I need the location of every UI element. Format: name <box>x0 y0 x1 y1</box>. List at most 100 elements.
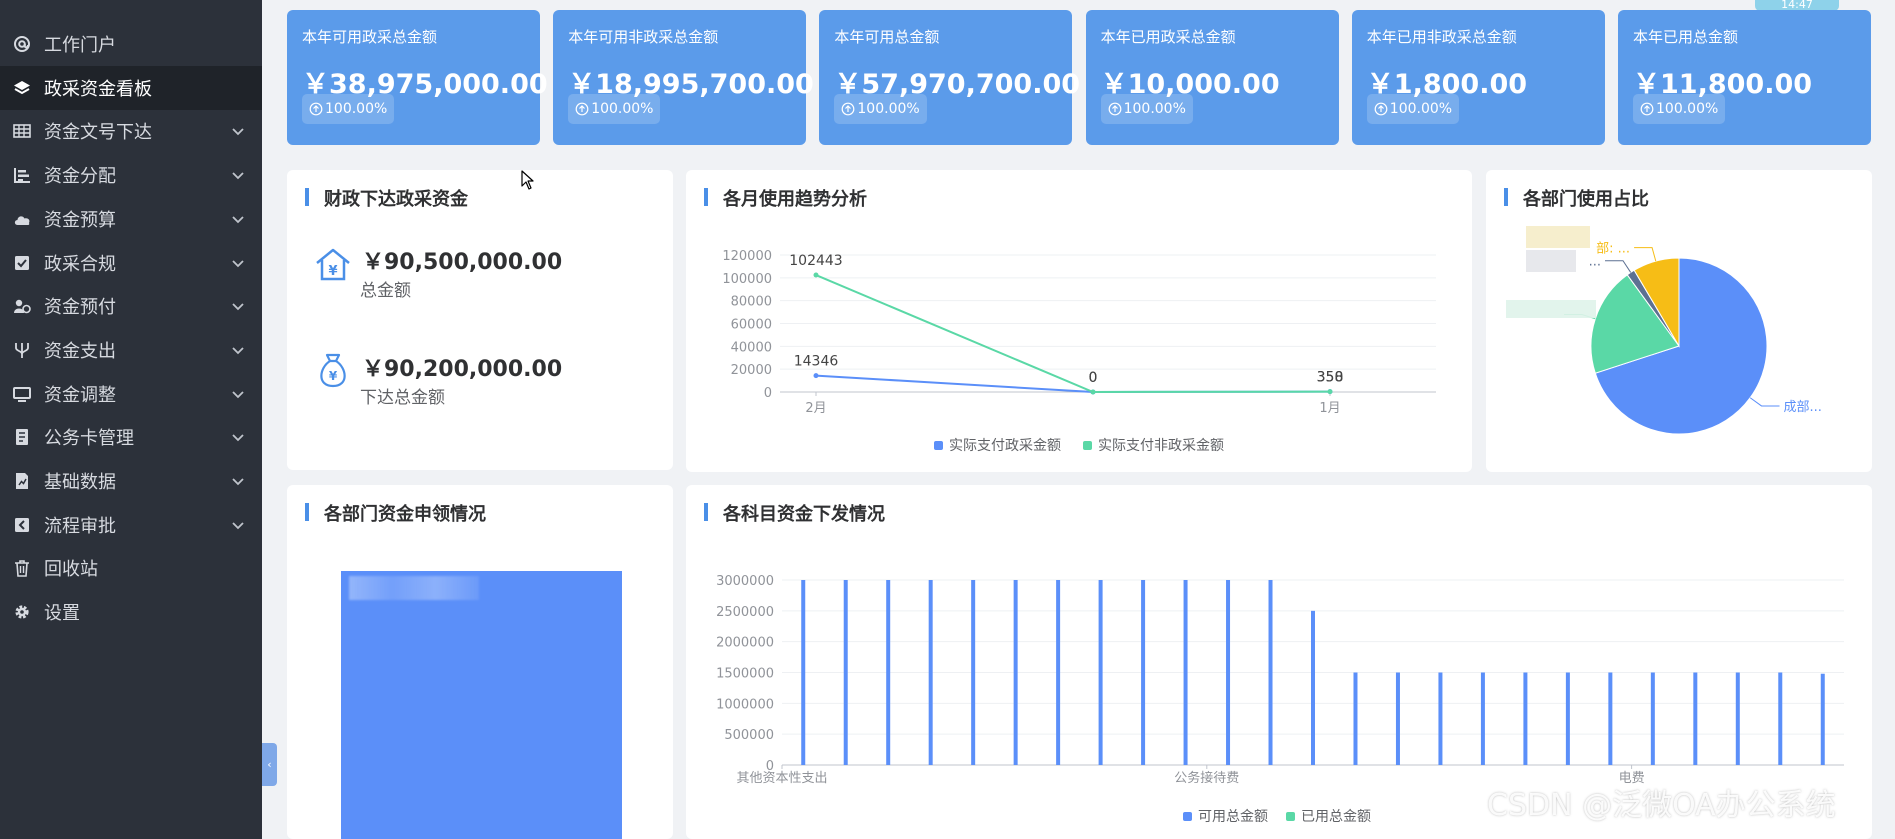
x-tick-label: 1月 <box>1319 401 1340 416</box>
y-tick-label: 2500000 <box>716 605 774 620</box>
dept-apply-panel: 各部门资金申领情况 <box>287 485 673 839</box>
pie-label-line <box>1604 260 1632 273</box>
sidebar-item[interactable]: 基础数据 <box>0 459 262 503</box>
sidebar-item[interactable]: 资金调整 <box>0 372 262 416</box>
issued-label: 下达总金额 <box>360 388 445 408</box>
arrow-up-circle-icon <box>1640 102 1654 116</box>
legend-swatch[interactable] <box>1286 812 1295 821</box>
legend-label[interactable]: 可用总金额 <box>1198 809 1268 825</box>
sidebar-item[interactable]: 公务卡管理 <box>0 415 262 459</box>
sidebar-item[interactable]: 资金文号下达 <box>0 109 262 153</box>
bar[interactable] <box>928 580 933 765</box>
bar[interactable] <box>1268 580 1273 765</box>
bar[interactable] <box>971 580 976 765</box>
sidebar-item[interactable]: 资金支出 <box>0 328 262 372</box>
stat-card-percent-badge: 100.00% <box>1633 94 1726 124</box>
sidebar-item-label: 公务卡管理 <box>44 428 134 450</box>
issued-amount: ￥90,200,000.00 <box>362 357 563 382</box>
user-coin-icon <box>14 299 31 314</box>
svg-text:¥: ¥ <box>328 264 337 279</box>
card-doc-icon <box>16 429 28 446</box>
sidebar-item-label: 政采资金看板 <box>44 78 152 100</box>
bar[interactable] <box>1395 672 1400 766</box>
bar[interactable] <box>1183 580 1188 765</box>
data-point[interactable] <box>1327 389 1333 395</box>
stat-card-percent: 100.00% <box>591 101 654 117</box>
y-tick-label: 2000000 <box>716 636 774 651</box>
bar[interactable] <box>1608 672 1613 766</box>
bar[interactable] <box>1226 580 1231 765</box>
legend-swatch[interactable] <box>1183 812 1192 821</box>
sidebar-item-label: 资金预算 <box>44 209 116 231</box>
data-point[interactable] <box>813 373 819 379</box>
bar[interactable] <box>1778 672 1783 766</box>
bar[interactable] <box>1693 672 1698 766</box>
arrow-up-circle-icon <box>1374 102 1388 116</box>
sidebar-item-label: 资金预付 <box>44 297 116 319</box>
redacted-label <box>1506 300 1596 318</box>
legend-label[interactable]: 实际支付政采金额 <box>949 438 1061 454</box>
sidebar-item[interactable]: 流程审批 <box>0 503 262 547</box>
bar[interactable] <box>1480 672 1485 766</box>
y-tick-label: 3000000 <box>716 574 774 589</box>
y-tick-label: 500000 <box>724 728 774 743</box>
stat-card-percent: 100.00% <box>325 101 388 117</box>
bar[interactable] <box>1565 672 1570 766</box>
sidebar-item[interactable]: 资金预付 <box>0 284 262 328</box>
arrow-up-circle-icon <box>1108 102 1121 116</box>
sidebar-item[interactable]: 工作门户 <box>0 22 262 66</box>
sidebar-item[interactable]: 回收站 <box>0 546 262 590</box>
data-point[interactable] <box>1090 389 1096 395</box>
blurred-label <box>349 576 479 600</box>
finance-panel: 财政下达政采资金 ¥ ￥90,500,000.00 总金额 ¥ ￥90,200,… <box>287 170 673 470</box>
bar[interactable] <box>1523 672 1528 766</box>
bar[interactable] <box>801 580 806 765</box>
legend-swatch[interactable] <box>934 441 943 450</box>
y-tick-label: 120000 <box>722 249 772 264</box>
sidebar-item-label: 资金文号下达 <box>44 122 152 144</box>
bar[interactable] <box>1013 580 1018 765</box>
bar[interactable] <box>1438 672 1443 766</box>
trash-icon <box>15 560 29 578</box>
sidebar-item[interactable]: 政采合规 <box>0 241 262 285</box>
legend-swatch[interactable] <box>1083 441 1092 450</box>
stat-card: 本年可用非政采总金额 ￥18,995,700.00 100.00% <box>553 10 814 145</box>
bar[interactable] <box>1650 672 1655 766</box>
chevron-down-icon <box>232 478 244 486</box>
bar[interactable] <box>1820 673 1825 765</box>
stat-card: 本年已用总金额 ￥11,800.00 100.00% <box>1618 10 1871 145</box>
sidebar-item-label: 设置 <box>44 603 80 625</box>
data-label: 14346 <box>794 354 839 370</box>
y-tick-label: 100000 <box>722 272 772 287</box>
chart-doc-icon <box>16 473 28 489</box>
arrow-up-circle-icon <box>575 102 589 116</box>
mouse-cursor-icon <box>521 170 534 190</box>
sidebar-item-label: 基础数据 <box>44 472 116 493</box>
sidebar-item[interactable]: 政采资金看板 <box>0 65 262 110</box>
stat-card-title: 本年可用非政采总金额 <box>568 28 719 46</box>
stat-card-title: 本年可用总金额 <box>834 28 940 46</box>
bar[interactable] <box>1353 672 1358 766</box>
legend-label[interactable]: 已用总金额 <box>1301 809 1371 825</box>
sidebar: 工作门户政采资金看板 资金文号下达资金分配资金预算政采合规资金预付资金支出 资金调整… <box>0 0 262 839</box>
chevron-down-icon <box>232 522 244 529</box>
bar[interactable] <box>1735 672 1740 766</box>
trend-panel: 各月使用趋势分析 0 20000 40000 60000 80000 100000 1200… <box>686 170 1472 472</box>
stat-card-percent-badge: 100.00% <box>568 94 661 124</box>
data-point[interactable] <box>813 272 819 278</box>
sidebar-item[interactable]: 设置 <box>0 590 262 634</box>
sidebar-item[interactable]: 资金预算 <box>0 197 262 241</box>
legend-label[interactable]: 实际支付非政采金额 <box>1098 438 1224 454</box>
bar[interactable] <box>886 580 891 765</box>
bar[interactable] <box>1098 580 1103 765</box>
bar[interactable] <box>1311 610 1315 765</box>
bar[interactable] <box>843 580 848 765</box>
sidebar-collapse-button[interactable]: ‹ <box>262 743 277 786</box>
stat-card-title: 本年可用政采总金额 <box>302 28 438 46</box>
stat-card: 本年可用政采总金额 ￥38,975,000.00 100.00% <box>287 10 548 145</box>
chevron-down-icon <box>232 390 244 398</box>
y-tick-label: 80000 <box>731 295 772 310</box>
bar[interactable] <box>1141 580 1146 765</box>
bar[interactable] <box>1056 580 1061 765</box>
sidebar-item[interactable]: 资金分配 <box>0 153 262 197</box>
